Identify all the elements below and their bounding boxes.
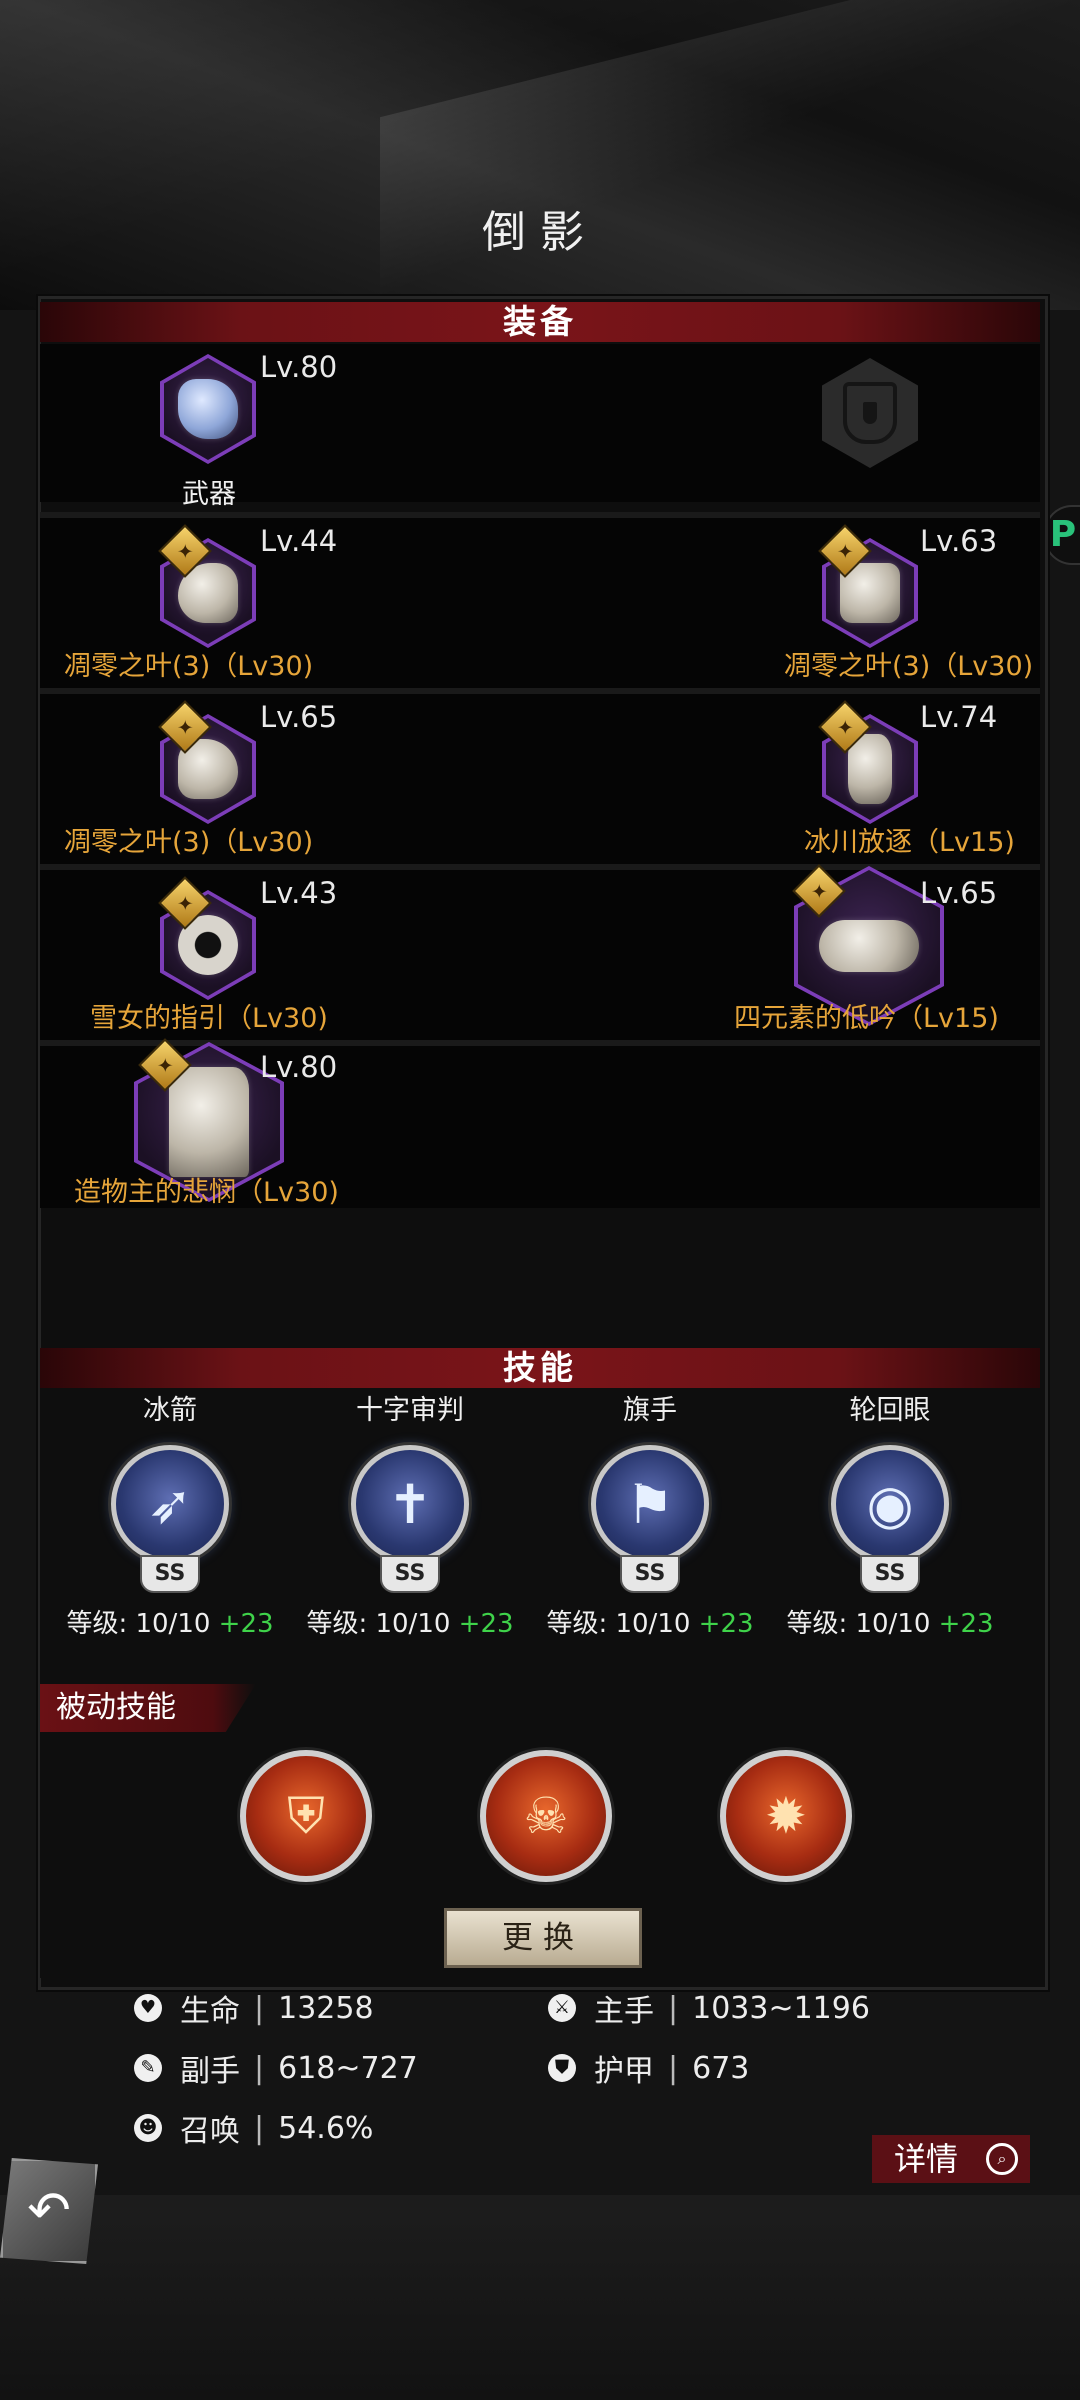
equipment-header: 装备 bbox=[40, 302, 1040, 342]
item-level: Lv.44 bbox=[260, 524, 338, 558]
skill-cross-judgement[interactable]: 十字审判 ✝ SS 等级: 10/10 +23 bbox=[300, 1388, 520, 1640]
equip-slot-cloak[interactable]: ✦ Lv.80 造物主的悲悯（Lv30) bbox=[60, 1038, 360, 1208]
item-level: Lv.80 bbox=[260, 350, 338, 384]
boots-icon bbox=[848, 734, 892, 804]
equip-slot-weapon[interactable]: Lv.80 武器 bbox=[140, 350, 440, 514]
weapon-frame bbox=[160, 354, 256, 464]
item-level: Lv.65 bbox=[260, 700, 338, 734]
skill-name: 十字审判 bbox=[356, 1395, 464, 1426]
stat-summon: ☻ 召唤 | 54.6% bbox=[134, 2106, 373, 2150]
equip-slot-ring[interactable]: ✦ Lv.43 雪女的指引（Lv30) bbox=[60, 876, 360, 1036]
staff-icon bbox=[178, 379, 238, 439]
passive-skills-label: 被动技能 bbox=[40, 1684, 256, 1732]
item-name: 武器 bbox=[182, 479, 236, 510]
passive-skill-skull-icon[interactable]: ☠ bbox=[480, 1750, 612, 1882]
stat-armor: ⛊ 护甲 | 673 bbox=[548, 2046, 749, 2090]
skill-vortex-eye[interactable]: 轮回眼 ◉ SS 等级: 10/10 +23 bbox=[780, 1388, 1000, 1640]
cross-judgement-icon: ✝ bbox=[351, 1445, 469, 1563]
item-name: 四元素的低吟（Lv15) bbox=[734, 1003, 999, 1034]
equip-slot-offhand-empty[interactable] bbox=[822, 358, 918, 468]
belt-icon bbox=[819, 920, 919, 972]
item-name: 凋零之叶(3)（Lv30) bbox=[64, 827, 314, 858]
equip-slot-gloves[interactable]: ✦ Lv.65 凋零之叶(3)（Lv30) bbox=[60, 700, 360, 860]
skills-area: 冰箭 ➶ SS 等级: 10/10 +23 十字审判 ✝ SS 等级: 10/1… bbox=[40, 1388, 1040, 1978]
passive-skill-shield-icon[interactable]: ⛨ bbox=[240, 1750, 372, 1882]
dagger-icon: ✎ bbox=[134, 2054, 162, 2082]
equipment-row-1: Lv.80 武器 bbox=[40, 344, 1040, 510]
cloak-icon bbox=[169, 1067, 249, 1177]
side-floating-tab[interactable]: P bbox=[1044, 505, 1080, 565]
back-arrow-icon[interactable]: ↶ bbox=[0, 2158, 98, 2264]
skill-name: 轮回眼 bbox=[849, 1395, 931, 1426]
stat-main-hand: ⚔ 主手 | 1033~1196 bbox=[548, 1986, 870, 2030]
passive-skill-sun-icon[interactable]: ✹ bbox=[720, 1750, 852, 1882]
item-name: 凋零之叶(3)（Lv30) bbox=[64, 651, 314, 682]
skill-level: 等级: 10/10 +23 bbox=[306, 1609, 514, 1639]
ice-arrows-icon: ➶ bbox=[111, 1445, 229, 1563]
skill-rank-badge: SS bbox=[860, 1555, 920, 1593]
background-header-art bbox=[0, 0, 1080, 310]
item-name: 雪女的指引（Lv30) bbox=[90, 1003, 328, 1034]
skill-rank-badge: SS bbox=[140, 1555, 200, 1593]
summon-icon: ☻ bbox=[134, 2114, 162, 2142]
magnifier-icon: ⌕ bbox=[986, 2143, 1018, 2175]
skill-banner[interactable]: 旗手 ⚑ SS 等级: 10/10 +23 bbox=[540, 1388, 760, 1640]
details-label: 详情 bbox=[894, 2140, 959, 2178]
stat-off-hand: ✎ 副手 | 618~727 bbox=[134, 2046, 418, 2090]
item-name: 凋零之叶(3)（Lv30) bbox=[784, 651, 1034, 682]
skill-ice-arrow[interactable]: 冰箭 ➶ SS 等级: 10/10 +23 bbox=[60, 1388, 280, 1640]
item-name: 冰川放逐（Lv15) bbox=[804, 827, 1015, 858]
armor-icon: ⛊ bbox=[548, 2054, 576, 2082]
skills-header: 技能 bbox=[40, 1348, 1040, 1388]
equipment-row-3: ✦ Lv.65 凋零之叶(3)（Lv30) ✦ Lv.74 冰川放逐（Lv15) bbox=[40, 688, 1040, 866]
skill-rank-badge: SS bbox=[380, 1555, 440, 1593]
equipment-row-2: ✦ Lv.44 凋零之叶(3)（Lv30) ✦ Lv.63 凋零之叶(3)（Lv… bbox=[40, 512, 1040, 690]
equip-slot-boots[interactable]: ✦ Lv.74 冰川放逐（Lv15) bbox=[720, 700, 1020, 860]
skill-level: 等级: 10/10 +23 bbox=[786, 1609, 994, 1639]
skill-name: 旗手 bbox=[623, 1395, 677, 1426]
page-title: 倒影 bbox=[482, 207, 598, 258]
details-button[interactable]: 详情 ⌕ bbox=[872, 2135, 1030, 2183]
skill-level: 等级: 10/10 +23 bbox=[66, 1609, 274, 1639]
item-name: 造物主的悲悯（Lv30) bbox=[74, 1177, 339, 1208]
item-level: Lv.80 bbox=[260, 1050, 338, 1084]
skill-level: 等级: 10/10 +23 bbox=[546, 1609, 754, 1639]
item-level: Lv.63 bbox=[920, 524, 998, 558]
stat-life: ♥ 生命 | 13258 bbox=[134, 1986, 374, 2030]
equipment-row-5: ✦ Lv.80 造物主的悲悯（Lv30) bbox=[40, 1038, 1040, 1208]
heart-icon: ♥ bbox=[134, 1994, 162, 2022]
sword-icon: ⚔ bbox=[548, 1994, 576, 2022]
equip-slot-helmet[interactable]: ✦ Lv.44 凋零之叶(3)（Lv30) bbox=[60, 524, 360, 684]
equipment-row-4: ✦ Lv.43 雪女的指引（Lv30) ✦ Lv.65 四元素的低吟（Lv15) bbox=[40, 864, 1040, 1042]
skill-name: 冰箭 bbox=[143, 1395, 197, 1426]
bottom-frame bbox=[0, 2195, 1080, 2400]
vortex-eye-icon: ◉ bbox=[831, 1445, 949, 1563]
equip-slot-chest[interactable]: ✦ Lv.63 凋零之叶(3)（Lv30) bbox=[720, 524, 1033, 684]
item-level: Lv.74 bbox=[920, 700, 998, 734]
item-level: Lv.43 bbox=[260, 876, 338, 910]
change-skill-button[interactable]: 更换 bbox=[444, 1908, 642, 1968]
banner-flag-icon: ⚑ bbox=[591, 1445, 709, 1563]
shield-icon bbox=[843, 382, 897, 444]
equip-slot-belt[interactable]: ✦ Lv.65 四元素的低吟（Lv15) bbox=[680, 864, 999, 1036]
item-level: Lv.65 bbox=[920, 876, 998, 910]
skill-rank-badge: SS bbox=[620, 1555, 680, 1593]
